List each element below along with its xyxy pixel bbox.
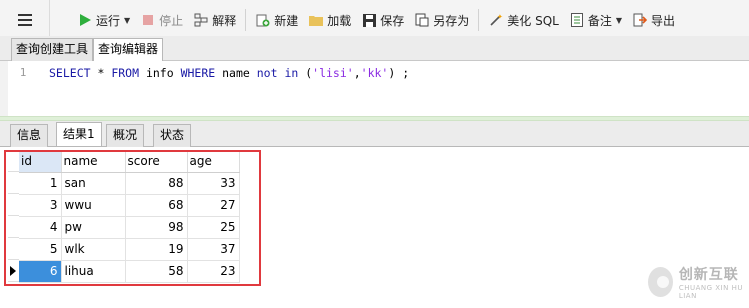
run-button[interactable]: 运行 ▼ bbox=[72, 8, 135, 32]
column-header-id[interactable]: id bbox=[19, 150, 62, 173]
save-as-icon bbox=[414, 12, 430, 28]
save-as-button[interactable]: 另存为 bbox=[409, 8, 474, 32]
sql-keyword: not in bbox=[256, 66, 299, 80]
new-query-icon bbox=[255, 12, 271, 28]
row-header[interactable] bbox=[8, 172, 19, 194]
menu-button[interactable] bbox=[0, 0, 50, 40]
notes-icon bbox=[569, 12, 585, 28]
save-icon bbox=[361, 12, 377, 28]
explain-icon bbox=[193, 12, 209, 28]
tab-query-builder[interactable]: 查询创建工具 bbox=[11, 38, 94, 61]
result-grid: id name score age 1 san 88 33 3 wwu 68 2… bbox=[19, 150, 240, 283]
sql-string: 'kk' bbox=[360, 66, 389, 80]
export-button[interactable]: 导出 bbox=[627, 8, 680, 32]
sql-keyword: SELECT bbox=[49, 66, 91, 80]
load-button[interactable]: 加载 bbox=[303, 8, 356, 32]
cell-id[interactable]: 4 bbox=[19, 216, 62, 239]
cell-age[interactable]: 27 bbox=[187, 194, 240, 217]
toolbar-divider bbox=[478, 9, 480, 31]
sql-token: name bbox=[215, 66, 257, 80]
cell-id[interactable]: 3 bbox=[19, 194, 62, 217]
magic-wand-icon: ✦ bbox=[488, 12, 504, 28]
sql-string: 'lisi' bbox=[312, 66, 354, 80]
sql-token: ) ; bbox=[388, 66, 410, 80]
sql-token: , bbox=[353, 66, 361, 80]
row-header bbox=[8, 150, 19, 172]
tab-query-editor[interactable]: 查询编辑器 bbox=[93, 38, 164, 62]
header-row: id name score age bbox=[19, 150, 240, 173]
folder-icon bbox=[308, 12, 324, 28]
watermark-cn: 创新互联 bbox=[678, 267, 739, 283]
line-number: 1 bbox=[19, 66, 27, 79]
sql-keyword: FROM bbox=[111, 66, 140, 80]
cell-score[interactable]: 58 bbox=[125, 260, 188, 283]
tab-status[interactable]: 状态 bbox=[153, 124, 192, 147]
cell-score[interactable]: 19 bbox=[125, 238, 188, 261]
column-header-name[interactable]: name bbox=[61, 150, 126, 173]
cell-age[interactable]: 33 bbox=[187, 172, 240, 195]
hamburger-icon bbox=[17, 14, 32, 26]
notes-button[interactable]: 备注 ▼ bbox=[564, 8, 627, 32]
chevron-down-icon[interactable]: ▼ bbox=[124, 16, 130, 25]
beautify-sql-button[interactable]: ✦ 美化 SQL bbox=[483, 8, 564, 32]
table-row[interactable]: 3 wwu 68 27 bbox=[19, 194, 240, 217]
sql-token: info bbox=[139, 66, 181, 80]
chevron-down-icon[interactable]: ▼ bbox=[616, 16, 622, 25]
export-icon bbox=[632, 12, 648, 28]
save-button[interactable]: 保存 bbox=[356, 8, 409, 32]
sql-keyword: WHERE bbox=[180, 66, 216, 80]
column-header-age[interactable]: age bbox=[187, 150, 240, 173]
cell-name[interactable]: san bbox=[61, 172, 126, 195]
row-header[interactable] bbox=[8, 238, 19, 260]
sql-token: * bbox=[90, 66, 112, 80]
cell-score[interactable]: 88 bbox=[125, 172, 188, 195]
table-row[interactable]: 1 san 88 33 bbox=[19, 172, 240, 195]
sql-code-line[interactable]: SELECT * FROM info WHERE name not in ('l… bbox=[49, 66, 409, 80]
row-header[interactable] bbox=[8, 216, 19, 238]
tab-overview[interactable]: 概况 bbox=[106, 124, 145, 147]
svg-text:✦: ✦ bbox=[497, 13, 503, 21]
row-pointer-icon bbox=[10, 266, 16, 276]
toolbar: 运行 ▼ 停止 解释 新建 加载 保存 另存为 ✦ 美化 SQL 备注 ▼ 导出 bbox=[0, 0, 749, 40]
result-tab-bar: 信息 结果1 概况 状态 bbox=[0, 121, 749, 147]
cell-name[interactable]: pw bbox=[61, 216, 126, 239]
stop-icon bbox=[140, 12, 156, 28]
explain-button[interactable]: 解释 bbox=[188, 8, 241, 32]
cell-score[interactable]: 68 bbox=[125, 194, 188, 217]
table-row[interactable]: 5 wlk 19 37 bbox=[19, 238, 240, 261]
cell-age[interactable]: 37 bbox=[187, 238, 240, 261]
row-header[interactable] bbox=[8, 194, 19, 216]
toolbar-divider bbox=[245, 9, 247, 31]
cell-age[interactable]: 23 bbox=[187, 260, 240, 283]
table-row[interactable]: 4 pw 98 25 bbox=[19, 216, 240, 239]
cell-score[interactable]: 98 bbox=[125, 216, 188, 239]
watermark-text: 创新互联 CHUANG XIN HU LIAN bbox=[679, 264, 749, 300]
column-header-score[interactable]: score bbox=[125, 150, 188, 173]
cell-id[interactable]: 5 bbox=[19, 238, 62, 261]
current-row-header[interactable] bbox=[8, 260, 19, 282]
table-row-selected[interactable]: 6 lihua 58 23 bbox=[19, 260, 240, 283]
cell-name[interactable]: wlk bbox=[61, 238, 126, 261]
cell-name[interactable]: wwu bbox=[61, 194, 126, 217]
editor-tab-bar: 查询创建工具 查询编辑器 bbox=[0, 36, 749, 62]
editor-margin bbox=[0, 61, 8, 116]
tab-result-1[interactable]: 结果1 bbox=[56, 122, 102, 146]
tab-info[interactable]: 信息 bbox=[10, 124, 49, 147]
stop-button[interactable]: 停止 bbox=[135, 8, 188, 32]
sql-token: ( bbox=[298, 66, 313, 80]
cell-id[interactable]: 1 bbox=[19, 172, 62, 195]
watermark-logo-icon bbox=[648, 267, 673, 297]
result-grid-area: id name score age 1 san 88 33 3 wwu 68 2… bbox=[0, 148, 749, 308]
cell-age[interactable]: 25 bbox=[187, 216, 240, 239]
play-icon bbox=[77, 12, 93, 28]
new-button[interactable]: 新建 bbox=[250, 8, 303, 32]
watermark: 创新互联 CHUANG XIN HU LIAN bbox=[648, 264, 749, 300]
cell-name[interactable]: lihua bbox=[61, 260, 126, 283]
row-header-column bbox=[8, 150, 19, 282]
watermark-en: CHUANG XIN HU LIAN bbox=[678, 284, 743, 300]
sql-editor[interactable]: 1 SELECT * FROM info WHERE name not in (… bbox=[0, 61, 749, 116]
cell-id-selected[interactable]: 6 bbox=[19, 260, 62, 283]
